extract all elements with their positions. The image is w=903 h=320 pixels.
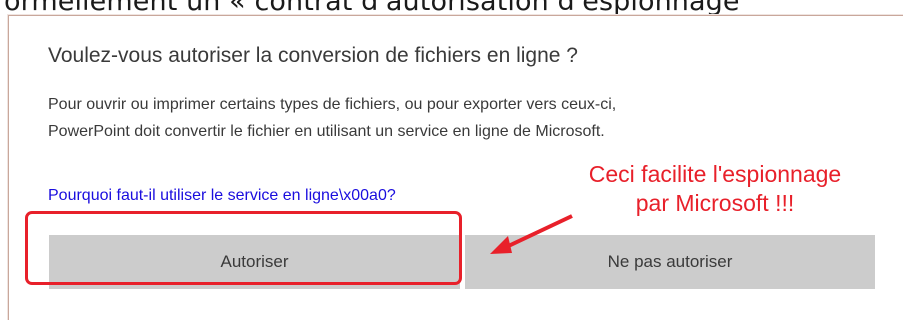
deny-button-label: Ne pas autoriser xyxy=(607,252,733,271)
help-link[interactable]: Pourquoi faut-il utiliser le service en … xyxy=(48,187,396,205)
allow-button[interactable]: Autoriser xyxy=(49,235,460,289)
dialog-title: Voulez-vous autoriser la conversion de f… xyxy=(48,44,578,67)
dialog-body-line: Pour ouvrir ou imprimer certains types d… xyxy=(48,96,617,113)
dialog-body-line: PowerPoint doit convertir le fichier en … xyxy=(48,123,605,140)
deny-button[interactable]: Ne pas autoriser xyxy=(465,235,875,289)
annotation-line: par Microsoft !!! xyxy=(635,190,795,216)
screenshot-stage: ormellement un « contrat d'autorisation … xyxy=(0,0,903,320)
allow-button-label: Autoriser xyxy=(220,252,289,271)
annotation-text: Ceci facilite l'espionnage par Microsoft… xyxy=(535,160,895,218)
annotation-line: Ceci facilite l'espionnage xyxy=(588,161,842,187)
dialog-body: Pour ouvrir ou imprimer certains types d… xyxy=(48,91,616,145)
